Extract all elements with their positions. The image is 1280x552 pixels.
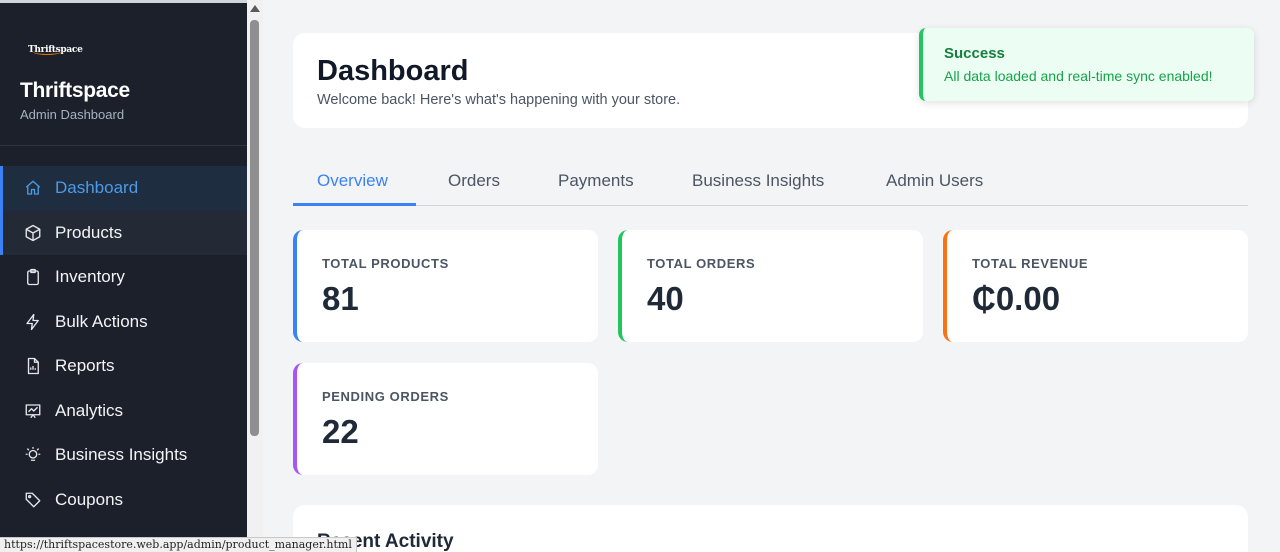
sidebar-item-label: Analytics [55,400,124,420]
stat-label: PENDING ORDERS [322,389,449,404]
success-toast[interactable]: Success All data loaded and real-time sy… [919,28,1254,101]
sidebar-divider [0,145,247,146]
clipboard-icon [24,268,42,286]
tab-bar: Overview Orders Payments Business Insigh… [293,160,1248,206]
tag-icon [24,491,42,509]
stat-label: TOTAL ORDERS [647,256,756,271]
stat-value: ₵0.00 [972,280,1061,317]
sidebar-item-label: Dashboard [55,178,139,198]
sidebar-item-products[interactable]: Products [0,210,247,255]
stat-value: 40 [647,280,684,317]
sidebar-item-reports[interactable]: Reports [0,344,247,389]
scroll-thumb[interactable] [250,20,259,436]
sidebar-item-label: Reports [55,356,115,376]
sidebar-item-bulk-actions[interactable]: Bulk Actions [0,300,247,345]
sidebar-item-business-insights[interactable]: Business Insights [0,433,247,478]
chart-icon [24,402,42,420]
sidebar-item-dashboard[interactable]: Dashboard [0,166,247,211]
bolt-icon [24,313,42,331]
sidebar-item-label: Products [55,222,123,242]
stat-card-total-orders: TOTAL ORDERS 40 [618,230,923,342]
sidebar-scrollbar[interactable] [247,0,263,552]
sidebar-item-label: Coupons [55,489,124,509]
stat-card-total-revenue: TOTAL REVENUE ₵0.00 [943,230,1248,342]
box-icon [24,224,42,242]
sidebar-item-analytics[interactable]: Analytics [0,389,247,434]
brand-name: Thriftspace [20,79,130,102]
sidebar-item-label: Inventory [55,267,125,287]
recent-activity-card: Recent Activity [293,505,1248,552]
stat-value: 22 [322,413,359,450]
stat-label: TOTAL PRODUCTS [322,256,449,271]
toast-message: All data loaded and real-time sync enabl… [944,68,1213,84]
stat-label: TOTAL REVENUE [972,256,1089,271]
sidebar-nav: Dashboard Products Inventory Bulk Action… [0,166,247,522]
tab-orders[interactable]: Orders [448,171,500,191]
sidebar: Thriftspace Thriftspace Admin Dashboard … [0,0,247,552]
toast-title: Success [944,45,1005,62]
tab-overview[interactable]: Overview [317,171,388,191]
sidebar-item-label: Bulk Actions [55,311,148,331]
tab-payments[interactable]: Payments [558,171,634,191]
document-icon [24,357,42,375]
stat-card-total-products: TOTAL PRODUCTS 81 [293,230,598,342]
sidebar-item-coupons[interactable]: Coupons [0,478,247,523]
brand-logo[interactable]: Thriftspace [28,39,83,59]
scroll-up-arrow-icon[interactable] [250,5,260,12]
tab-admin-users[interactable]: Admin Users [886,171,983,191]
active-tab-indicator [293,203,416,206]
sidebar-item-label: Business Insights [55,445,188,465]
home-icon [24,179,42,197]
page-subtitle: Welcome back! Here's what's happening wi… [317,92,681,108]
brand-subtitle: Admin Dashboard [20,107,125,122]
browser-status-url: https://thriftspacestore.web.app/admin/p… [0,537,357,552]
tab-business-insights[interactable]: Business Insights [692,171,824,191]
stat-value: 81 [322,280,359,317]
sidebar-item-inventory[interactable]: Inventory [0,255,247,300]
lightbulb-icon [24,446,42,464]
page-title: Dashboard [317,55,469,87]
stat-card-pending-orders: PENDING ORDERS 22 [293,363,598,475]
